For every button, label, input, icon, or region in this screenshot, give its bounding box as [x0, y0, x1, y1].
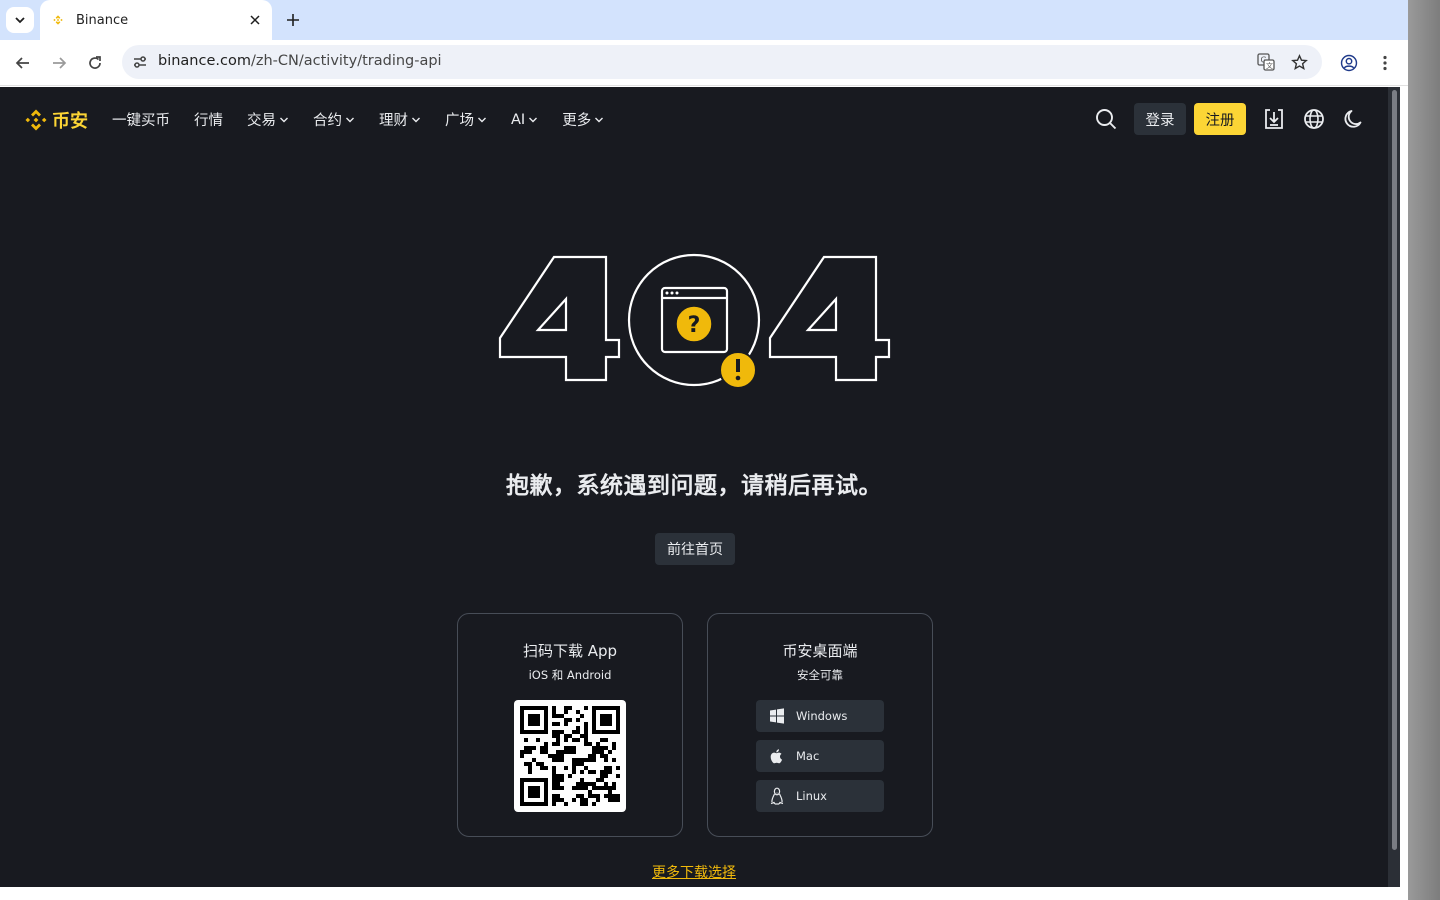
apple-icon [768, 747, 786, 765]
browser-menu-button[interactable] [1373, 51, 1397, 75]
linux-label: Linux [796, 789, 827, 803]
search-icon [1096, 109, 1117, 130]
chevron-down-icon [279, 115, 289, 125]
more-downloads-link[interactable]: 更多下载选择 [0, 862, 1388, 882]
chevron-down-icon [528, 115, 538, 125]
reload-icon [89, 56, 101, 69]
browser-tab-active[interactable]: Binance [40, 0, 272, 40]
close-tab-button[interactable] [246, 11, 264, 29]
desktop-card-title: 币安桌面端 [782, 642, 858, 660]
binance-favicon-icon [50, 12, 66, 28]
back-arrow-icon [15, 57, 29, 69]
browser-toolbar: binance.com/zh-CN/activity/trading-api G… [0, 40, 1408, 86]
close-icon [250, 15, 260, 25]
app-card-subtitle: iOS 和 Android [528, 668, 612, 682]
page-scrollbar-thumb[interactable] [1392, 90, 1397, 850]
nav-item-futures[interactable]: 合约 [313, 109, 355, 130]
site-info-button[interactable] [128, 50, 152, 74]
app-download-card: 扫码下载 App iOS 和 Android [457, 613, 683, 837]
tab-title: Binance [76, 12, 129, 28]
login-button[interactable]: 登录 [1134, 103, 1186, 135]
nav-item-trade[interactable]: 交易 [247, 109, 289, 130]
translate-icon: G文 [1257, 53, 1275, 71]
search-button[interactable] [1093, 106, 1119, 132]
language-button[interactable] [1301, 106, 1327, 132]
kebab-menu-icon [1383, 55, 1387, 71]
mac-label: Mac [796, 749, 820, 763]
main-nav: 一键买币 行情 交易 合约 理财 广场 AI 更多 [112, 109, 628, 130]
app-card-title: 扫码下载 App [522, 642, 618, 660]
bookmark-button[interactable] [1288, 51, 1310, 73]
reload-button[interactable] [83, 51, 107, 75]
nav-item-square[interactable]: 广场 [445, 109, 487, 130]
nav-item-markets[interactable]: 行情 [194, 109, 223, 130]
site-header: 币安 一键买币 行情 交易 合约 理财 广场 AI 更多 登录 注册 [0, 87, 1388, 151]
windows-label: Windows [796, 709, 848, 723]
windows-download-button[interactable]: Windows [756, 700, 884, 732]
forward-button[interactable] [47, 51, 71, 75]
tab-strip: Binance [0, 0, 1408, 40]
star-icon [1290, 53, 1308, 70]
svg-text:文: 文 [1266, 61, 1273, 70]
qr-code [514, 700, 626, 812]
browser-window: Binance binance.com/zh-CN/activity/tradi… [0, 0, 1408, 900]
tab-search-button[interactable] [6, 7, 34, 33]
svg-text:?: ? [688, 313, 701, 338]
plus-icon [287, 14, 299, 26]
desktop-card-subtitle: 安全可靠 [797, 668, 843, 682]
chevron-down-icon [594, 115, 604, 125]
back-button[interactable] [11, 51, 35, 75]
chevron-down-icon [15, 17, 25, 24]
chevron-down-icon [411, 115, 421, 125]
profile-icon [1340, 54, 1358, 72]
profile-button[interactable] [1337, 51, 1361, 75]
forward-arrow-icon [53, 57, 67, 69]
linux-download-button[interactable]: Linux [756, 780, 884, 812]
chevron-down-icon [477, 115, 487, 125]
nav-item-buy-crypto[interactable]: 一键买币 [112, 109, 170, 130]
new-tab-button[interactable] [282, 9, 304, 31]
go-home-button[interactable]: 前往首页 [655, 533, 735, 565]
logo-text: 币安 [52, 111, 88, 132]
windows-icon [768, 707, 786, 725]
download-app-button[interactable] [1261, 106, 1287, 132]
url-text: binance.com/zh-CN/activity/trading-api [158, 53, 442, 69]
linux-penguin-icon [768, 787, 786, 805]
moon-icon [1344, 110, 1362, 128]
error-message: 抱歉，系统遇到问题，请稍后再试。 [506, 473, 882, 499]
desktop-background [1408, 0, 1440, 900]
globe-icon [1304, 109, 1324, 129]
nav-item-earn[interactable]: 理财 [379, 109, 421, 130]
window-bottom-edge [0, 887, 1408, 900]
chevron-down-icon [345, 115, 355, 125]
desktop-download-card: 币安桌面端 安全可靠 Windows Mac Linux [707, 613, 933, 837]
error-404-illustration: ? [498, 253, 891, 389]
binance-logo-icon [25, 109, 47, 131]
address-bar[interactable]: binance.com/zh-CN/activity/trading-api G… [122, 45, 1322, 79]
translate-button[interactable]: G文 [1255, 51, 1277, 73]
nav-item-ai[interactable]: AI [511, 112, 538, 128]
register-button[interactable]: 注册 [1194, 103, 1246, 135]
nav-item-more[interactable]: 更多 [562, 109, 604, 130]
binance-logo[interactable]: 币安 [24, 107, 88, 133]
mac-download-button[interactable]: Mac [756, 740, 884, 772]
tune-icon [134, 56, 146, 68]
download-icon [1265, 109, 1283, 129]
page-viewport: 币安 一键买币 行情 交易 合约 理财 广场 AI 更多 登录 注册 ? 抱歉，… [0, 87, 1400, 887]
theme-toggle-button[interactable] [1341, 106, 1367, 132]
